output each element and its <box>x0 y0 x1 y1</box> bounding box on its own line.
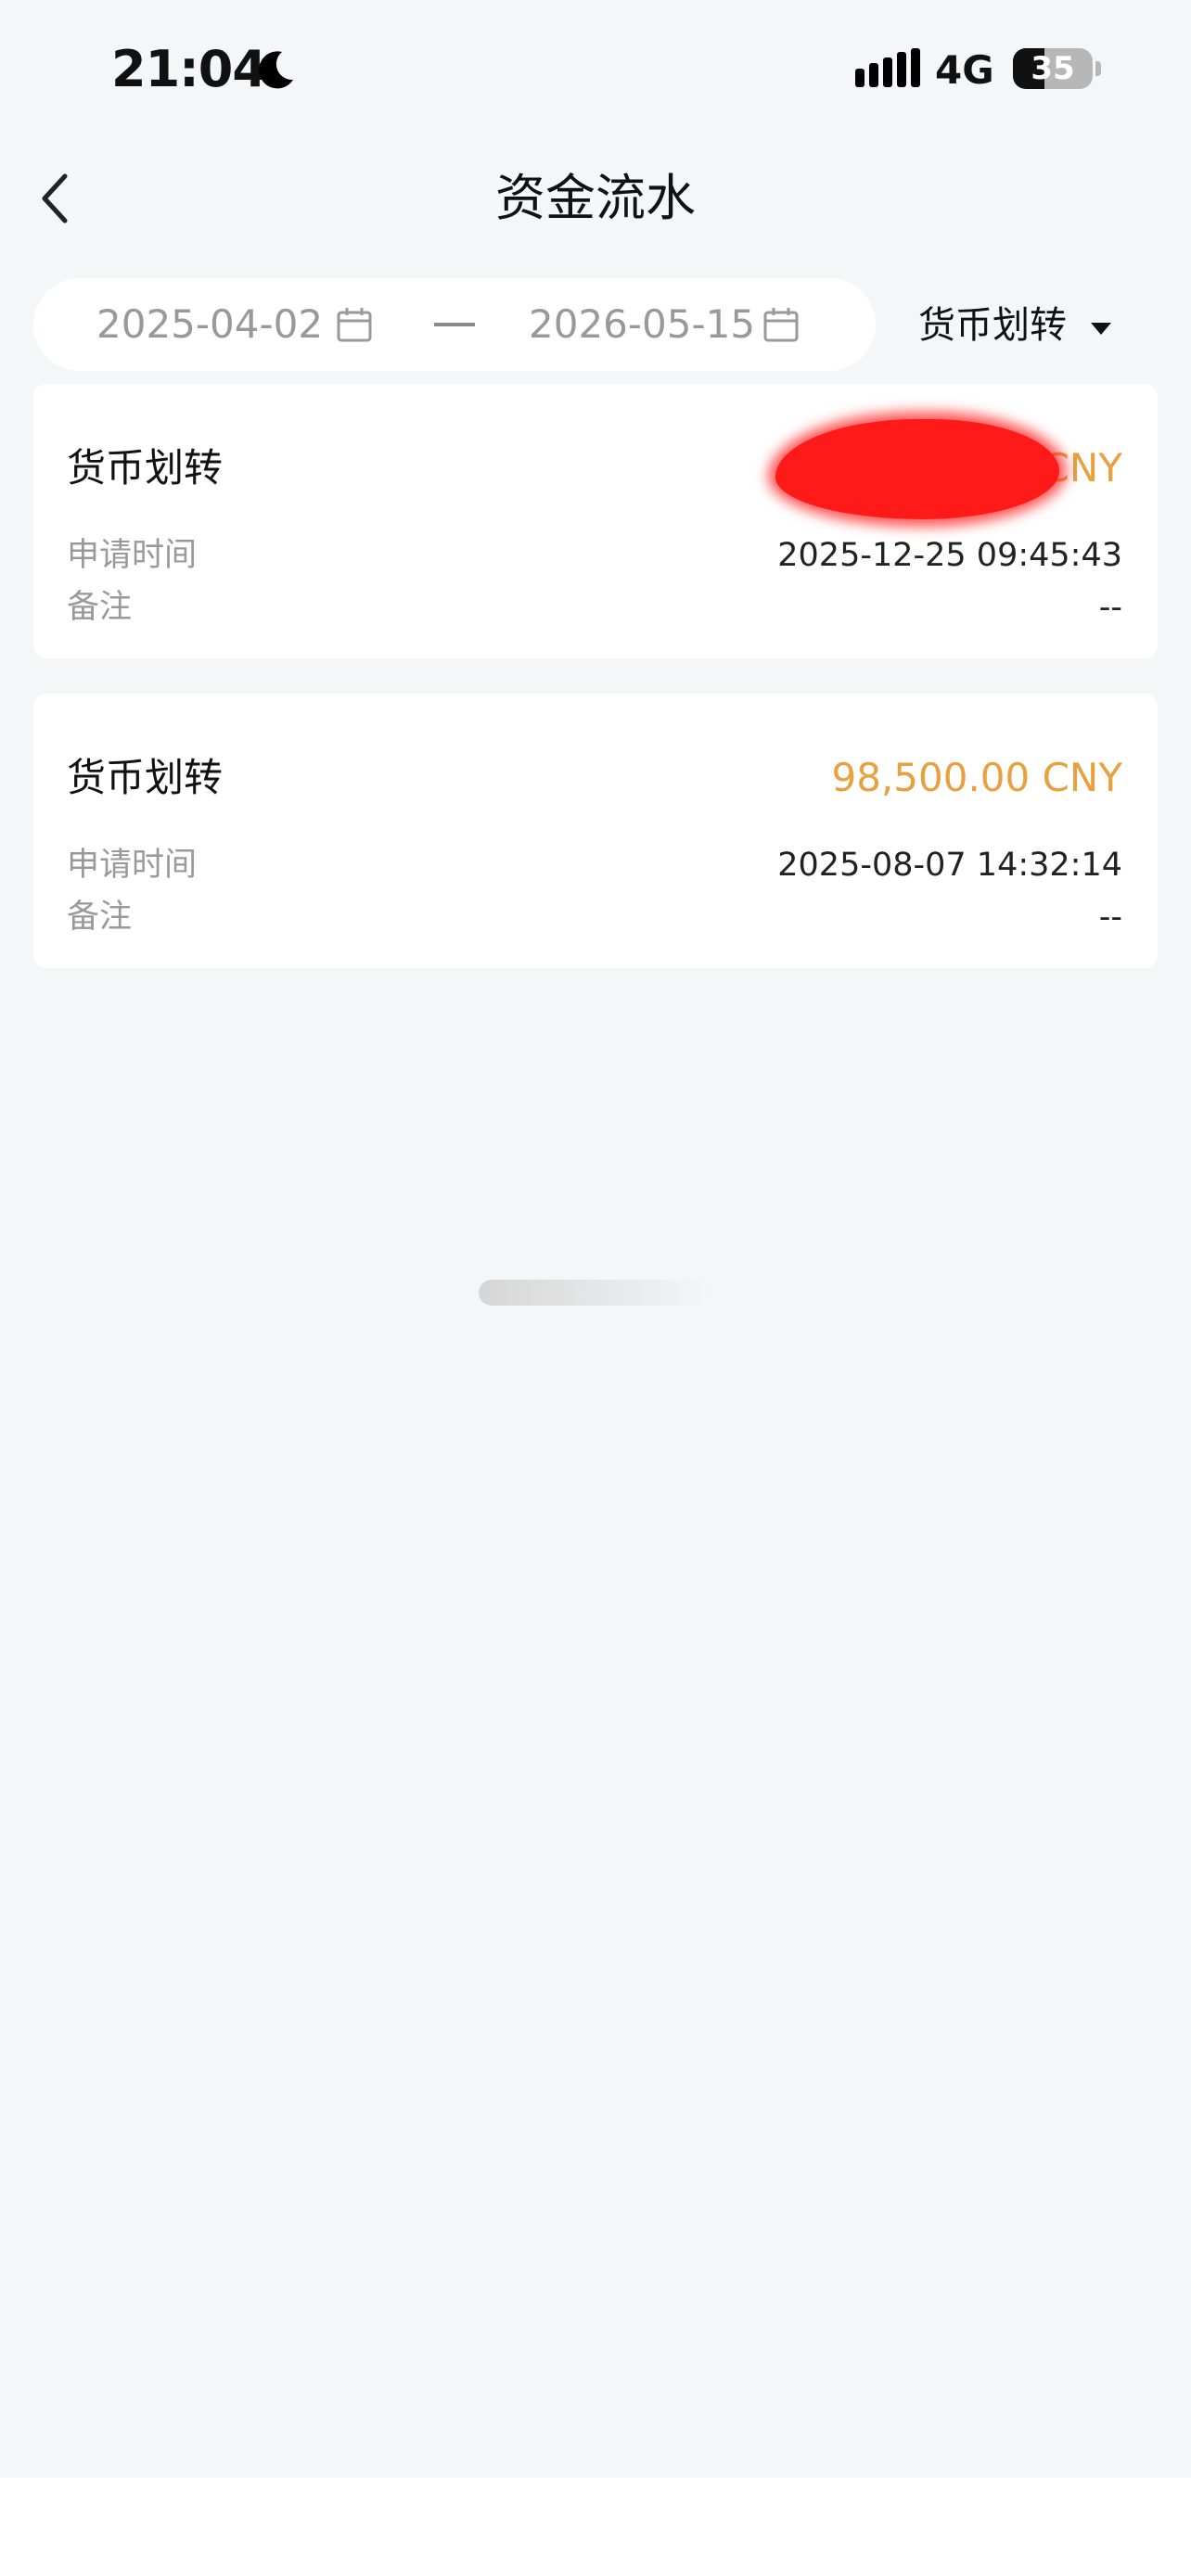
request-time-label: 申请时间 <box>67 537 198 574</box>
calendar-icon[interactable] <box>336 306 373 343</box>
moon-icon <box>259 51 293 89</box>
status-time: 21:04 <box>111 40 267 98</box>
calendar-icon[interactable] <box>762 306 800 343</box>
request-time-label: 申请时间 <box>67 847 198 884</box>
request-time-value: 2025-12-25 09:45:43 <box>777 537 1122 574</box>
network-type: 4G <box>935 47 994 93</box>
range-separator <box>434 323 475 326</box>
remark-value: -- <box>1098 589 1122 626</box>
transaction-card[interactable]: 货币划转 98,500.00 CNY 申请时间 2025-08-07 14:32… <box>33 694 1158 968</box>
transaction-type: 货币划转 <box>67 445 224 491</box>
transaction-amount: 98,500.00 CNY <box>831 755 1122 800</box>
battery-tip <box>1095 61 1101 76</box>
remark-value: -- <box>1098 899 1122 936</box>
redaction-scribble <box>775 419 1059 519</box>
start-date[interactable]: 2025-04-02 <box>96 278 323 371</box>
loading-placeholder <box>479 1280 711 1306</box>
caret-down-icon[interactable] <box>1091 323 1111 335</box>
date-range-picker[interactable]: 2025-04-02 2026-05-15 <box>33 278 876 371</box>
transaction-type: 货币划转 <box>67 755 224 800</box>
type-filter-dropdown[interactable]: 货币划转 <box>918 295 1067 356</box>
battery-level: 35 <box>1031 50 1075 87</box>
bottom-safe-area <box>0 2478 1191 2576</box>
page-title: 资金流水 <box>495 169 696 227</box>
transaction-card[interactable]: 货币划转 CNY 申请时间 2025-12-25 09:45:43 备注 -- <box>33 384 1158 658</box>
request-time-value: 2025-08-07 14:32:14 <box>777 847 1122 884</box>
battery-indicator: 35 <box>1013 48 1093 89</box>
end-date[interactable]: 2026-05-15 <box>529 278 755 371</box>
remark-label: 备注 <box>67 589 133 626</box>
signal-icon <box>855 48 920 87</box>
remark-label: 备注 <box>67 899 133 936</box>
